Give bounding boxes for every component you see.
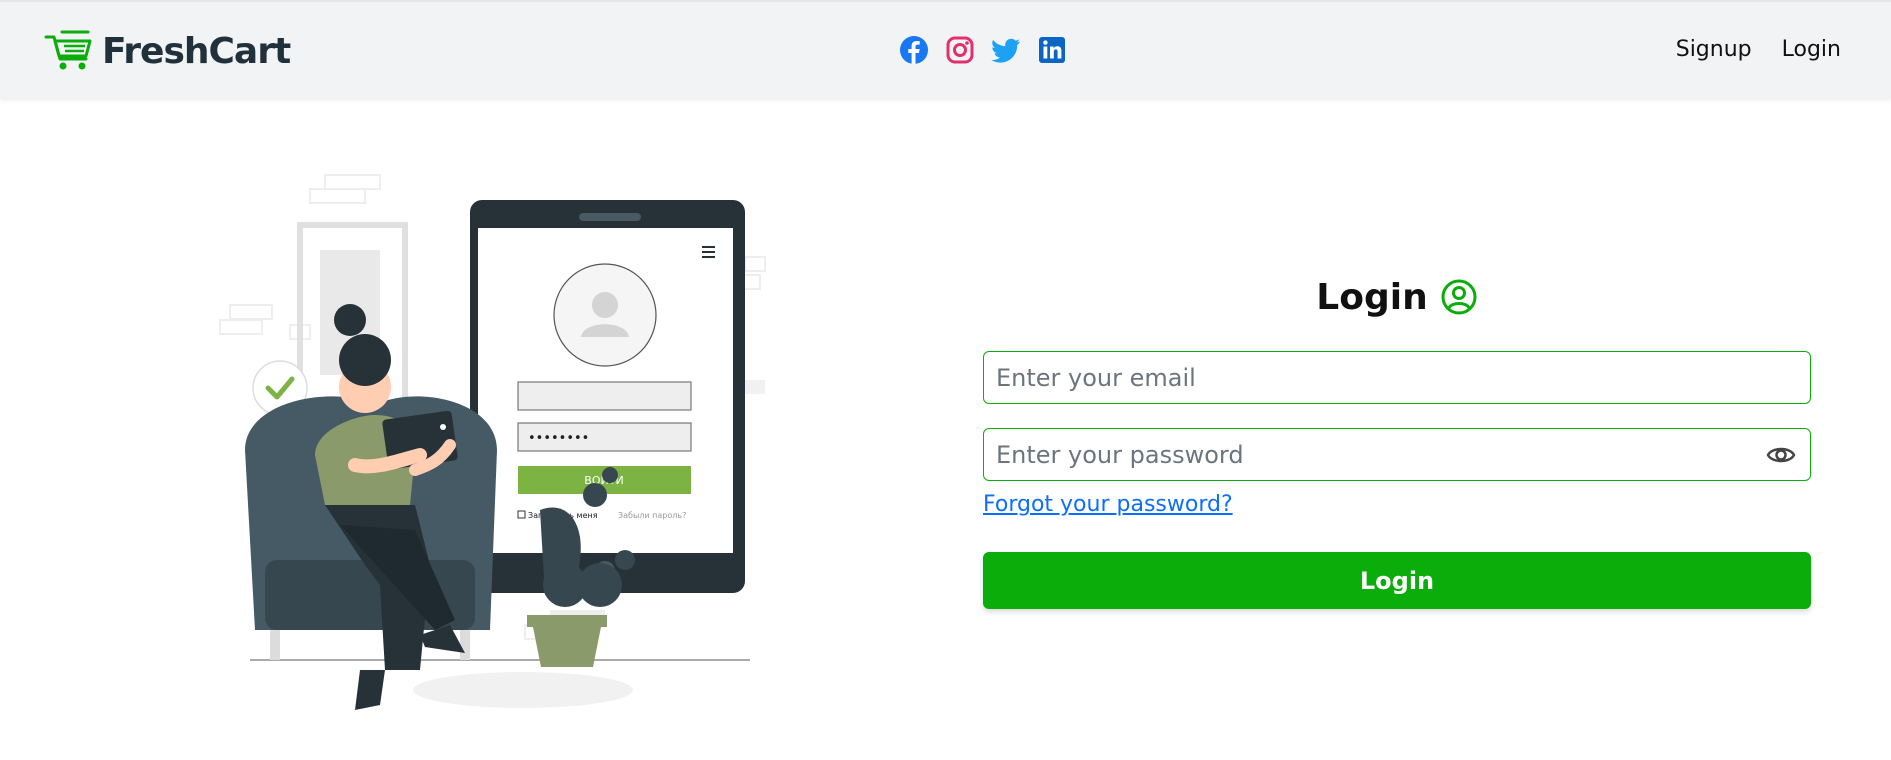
nav-links: Signup Login — [1676, 37, 1841, 62]
email-field-wrapper — [983, 351, 1811, 404]
linkedin-icon[interactable] — [1037, 35, 1067, 65]
brand[interactable]: FreshCart — [44, 28, 291, 74]
page-title: Login — [1316, 276, 1428, 318]
forgot-password-link[interactable]: Forgot your password? — [983, 492, 1233, 517]
login-title: Login — [983, 272, 1811, 322]
login-panel: Login Forgot your password? Login — [983, 272, 1811, 609]
facebook-icon[interactable] — [899, 35, 929, 65]
navbar: FreshCart Signup Login — [0, 0, 1891, 98]
eye-icon[interactable] — [1766, 441, 1796, 469]
illustration-password-dots: •••••••• — [528, 431, 589, 446]
password-field-wrapper — [983, 428, 1811, 481]
cart-icon — [44, 30, 92, 70]
brand-name: FreshCart — [102, 30, 291, 72]
login-button[interactable]: Login — [983, 552, 1811, 609]
login-illustration: •••••••• ВОЙТИ Запомнить меня Забыли пар… — [219, 174, 766, 710]
email-field[interactable] — [984, 352, 1810, 403]
user-circle-icon — [1441, 279, 1477, 315]
login-link[interactable]: Login — [1782, 37, 1841, 62]
illustration-forgot: Забыли пароль? — [618, 511, 686, 520]
social-links — [899, 35, 1067, 65]
instagram-icon[interactable] — [945, 35, 975, 65]
twitter-icon[interactable] — [991, 35, 1021, 65]
password-field[interactable] — [984, 429, 1810, 480]
signup-link[interactable]: Signup — [1676, 37, 1752, 62]
